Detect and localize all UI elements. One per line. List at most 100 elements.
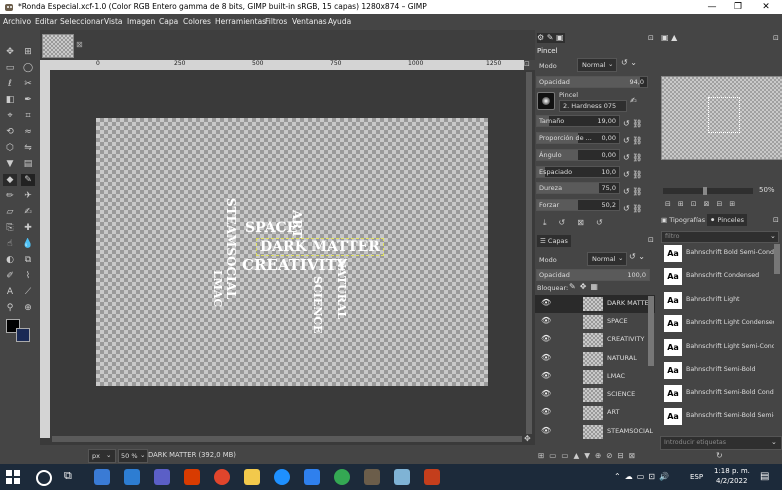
menu-ventanas[interactable]: Ventanas bbox=[292, 17, 327, 26]
mode-select[interactable]: Normal ⌄ bbox=[577, 58, 617, 72]
close-tab-icon[interactable]: ⊠ bbox=[76, 40, 83, 49]
layer-row[interactable]: 👁 LMAC bbox=[535, 368, 655, 386]
pencil-icon[interactable]: ✏ bbox=[3, 190, 17, 202]
brush-preview[interactable] bbox=[537, 92, 555, 110]
zoom-app-icon[interactable] bbox=[154, 469, 170, 485]
ink-icon[interactable]: ✍ bbox=[21, 206, 35, 218]
size-slider[interactable]: Tamaño 19,00 bbox=[536, 115, 620, 127]
image-canvas[interactable]: SPACE ART DARK MATTER CREATIVITY STEAMSO… bbox=[96, 118, 488, 386]
menu-editar[interactable]: Editar bbox=[35, 17, 57, 26]
bucket-fill-icon[interactable]: ▼ bbox=[3, 158, 17, 170]
tags-input[interactable]: Introducir etiquetas ⌄ bbox=[660, 436, 782, 450]
font-item[interactable]: AaBahnschrift Bold Semi-Condensed bbox=[662, 243, 774, 265]
menu-filtros[interactable]: Filtros bbox=[265, 17, 287, 26]
panel-menu-icon[interactable]: ⊡ bbox=[773, 216, 779, 224]
tab-brushes[interactable]: ⚫ Pinceles bbox=[707, 214, 747, 226]
chrome-alt-icon[interactable] bbox=[334, 469, 350, 485]
blur-icon[interactable]: 💧 bbox=[21, 238, 35, 250]
brush-name-field[interactable]: 2. Hardness 075 bbox=[559, 100, 627, 112]
handle-transform-icon[interactable]: ⊕ bbox=[21, 302, 35, 314]
gradient-icon[interactable]: ▤ bbox=[21, 158, 35, 170]
layer-actions[interactable]: ⊞▭▭▲▼⊕⊘⊟⊠ bbox=[538, 451, 640, 460]
panel-menu-icon[interactable]: ⊡ bbox=[648, 236, 654, 244]
clock-date[interactable]: 4/2/2022 bbox=[716, 477, 747, 485]
flip-icon[interactable]: ⇋ bbox=[21, 142, 35, 154]
font-item[interactable]: AaBahnschrift Semi-Bold Semi-Condensed bbox=[662, 406, 774, 428]
scissors-icon[interactable]: ✂ bbox=[21, 78, 35, 90]
ellipse-select-icon[interactable]: ◯ bbox=[21, 62, 35, 74]
store-icon[interactable] bbox=[94, 469, 110, 485]
dodge-icon[interactable]: ◐ bbox=[3, 254, 17, 266]
foreground-select-icon[interactable]: ◧ bbox=[3, 94, 17, 106]
color-picker-icon[interactable]: ⌖ bbox=[3, 110, 17, 122]
mypaint-icon[interactable]: ✐ bbox=[3, 270, 17, 282]
aspect-slider[interactable]: Proporción de ... 0,00 bbox=[536, 132, 620, 144]
menu-capa[interactable]: Capa bbox=[159, 17, 178, 26]
gimp-taskbar-icon[interactable] bbox=[364, 469, 380, 485]
reset-mode-icon[interactable]: ↺ ⌄ bbox=[621, 58, 637, 67]
menu-seleccionar[interactable]: Seleccionar bbox=[60, 17, 103, 26]
rect-select-icon[interactable]: ▭ bbox=[3, 62, 17, 74]
paintbrush-icon[interactable]: ✎ bbox=[21, 174, 35, 186]
hardness-slider[interactable]: Dureza 75,0 bbox=[536, 182, 620, 194]
refresh-fonts-icon[interactable]: ↻ bbox=[716, 451, 723, 460]
minimize-button[interactable]: — bbox=[700, 1, 724, 13]
fonts-scrollbar[interactable] bbox=[774, 244, 780, 274]
notepad-icon[interactable] bbox=[394, 469, 410, 485]
navigation-view-box[interactable] bbox=[708, 97, 740, 133]
windows-start-icon[interactable] bbox=[6, 470, 20, 484]
tab-fonts[interactable]: ▣ Tipografías bbox=[661, 216, 705, 224]
smudge-alt-icon[interactable]: ⌇ bbox=[21, 270, 35, 282]
cage-icon[interactable]: ⬡ bbox=[3, 142, 17, 154]
layer-row[interactable]: 👁 STEAMSOCIAL bbox=[535, 423, 655, 441]
tab-layers[interactable]: ☰ Capas bbox=[537, 235, 571, 247]
measure-icon[interactable]: ⟋ bbox=[21, 286, 35, 298]
heal-icon[interactable]: ✚ bbox=[21, 222, 35, 234]
task-view-icon[interactable]: ⧉ bbox=[64, 469, 72, 483]
menu-ayuda[interactable]: Ayuda bbox=[328, 17, 351, 26]
horizontal-scrollbar[interactable] bbox=[52, 436, 522, 442]
angle-slider[interactable]: Ángulo 0,00 bbox=[536, 149, 620, 161]
unit-select[interactable]: px ⌄ bbox=[88, 449, 116, 463]
file-explorer-icon[interactable] bbox=[244, 469, 260, 485]
layer-mode-select[interactable]: Normal ⌄ bbox=[587, 252, 627, 266]
font-item[interactable]: Aa Bahnschrift Light bbox=[662, 290, 774, 312]
menu-archivo[interactable]: Archivo bbox=[3, 17, 31, 26]
panel-menu-icon[interactable]: ⊡ bbox=[773, 34, 779, 42]
font-item[interactable]: Aa Bahnschrift Semi-Bold bbox=[662, 360, 774, 382]
crop-icon[interactable]: ⌗ bbox=[21, 110, 35, 122]
zoom-select[interactable]: 50 % ⌄ bbox=[118, 449, 148, 463]
edit-brush-icon[interactable]: ✍ bbox=[630, 96, 637, 105]
canvas-settings-icon[interactable]: ⊡ bbox=[524, 60, 535, 70]
mail-icon[interactable] bbox=[124, 469, 140, 485]
airbrush-icon[interactable]: ✈ bbox=[21, 190, 35, 202]
font-item[interactable]: AaBahnschrift Semi-Bold Condensed bbox=[662, 383, 774, 405]
layer-row[interactable]: 👁 CREATIVITY bbox=[535, 331, 655, 349]
language-indicator[interactable]: ESP bbox=[690, 473, 703, 481]
layer-opacity-slider[interactable]: Opacidad 100,0 bbox=[536, 269, 650, 281]
layer-row[interactable]: 👁 DARK MATTER bbox=[535, 295, 655, 313]
close-button[interactable]: ✕ bbox=[754, 1, 778, 13]
navigate-icon[interactable]: ✥ bbox=[524, 434, 531, 443]
lasso-icon[interactable]: ℓ bbox=[3, 78, 17, 90]
text-icon[interactable]: A bbox=[3, 286, 17, 298]
powerpoint-icon[interactable] bbox=[424, 469, 440, 485]
reset-layer-mode-icon[interactable]: ↺ ⌄ bbox=[629, 252, 645, 261]
edge-icon[interactable] bbox=[274, 469, 290, 485]
menu-colores[interactable]: Colores bbox=[183, 17, 211, 26]
system-tray-icons[interactable]: ⌃☁▭⊡🔊 bbox=[614, 472, 673, 481]
force-slider[interactable]: Forzar 50,2 bbox=[536, 199, 620, 211]
navigation-zoom-slider[interactable] bbox=[663, 187, 753, 195]
layer-row[interactable]: 👁 ART bbox=[535, 404, 655, 422]
menu-imagen[interactable]: Imagen bbox=[127, 17, 155, 26]
clock-time[interactable]: 1:18 p. m. bbox=[714, 467, 750, 475]
font-filter-input[interactable]: filtro ⌄ bbox=[661, 231, 779, 243]
maximize-button[interactable]: ❐ bbox=[726, 1, 750, 13]
align-tool-icon[interactable]: ⊞ bbox=[21, 46, 35, 58]
zoom-icon[interactable]: ⚲ bbox=[3, 302, 17, 314]
eraser-icon[interactable]: ▱ bbox=[3, 206, 17, 218]
paths-icon[interactable]: ✒ bbox=[21, 94, 35, 106]
layer-row[interactable]: 👁 NATURAL bbox=[535, 350, 655, 368]
font-item[interactable]: Aa Bahnschrift Condensed bbox=[662, 266, 774, 288]
clone-icon[interactable]: ⎘ bbox=[3, 222, 17, 234]
